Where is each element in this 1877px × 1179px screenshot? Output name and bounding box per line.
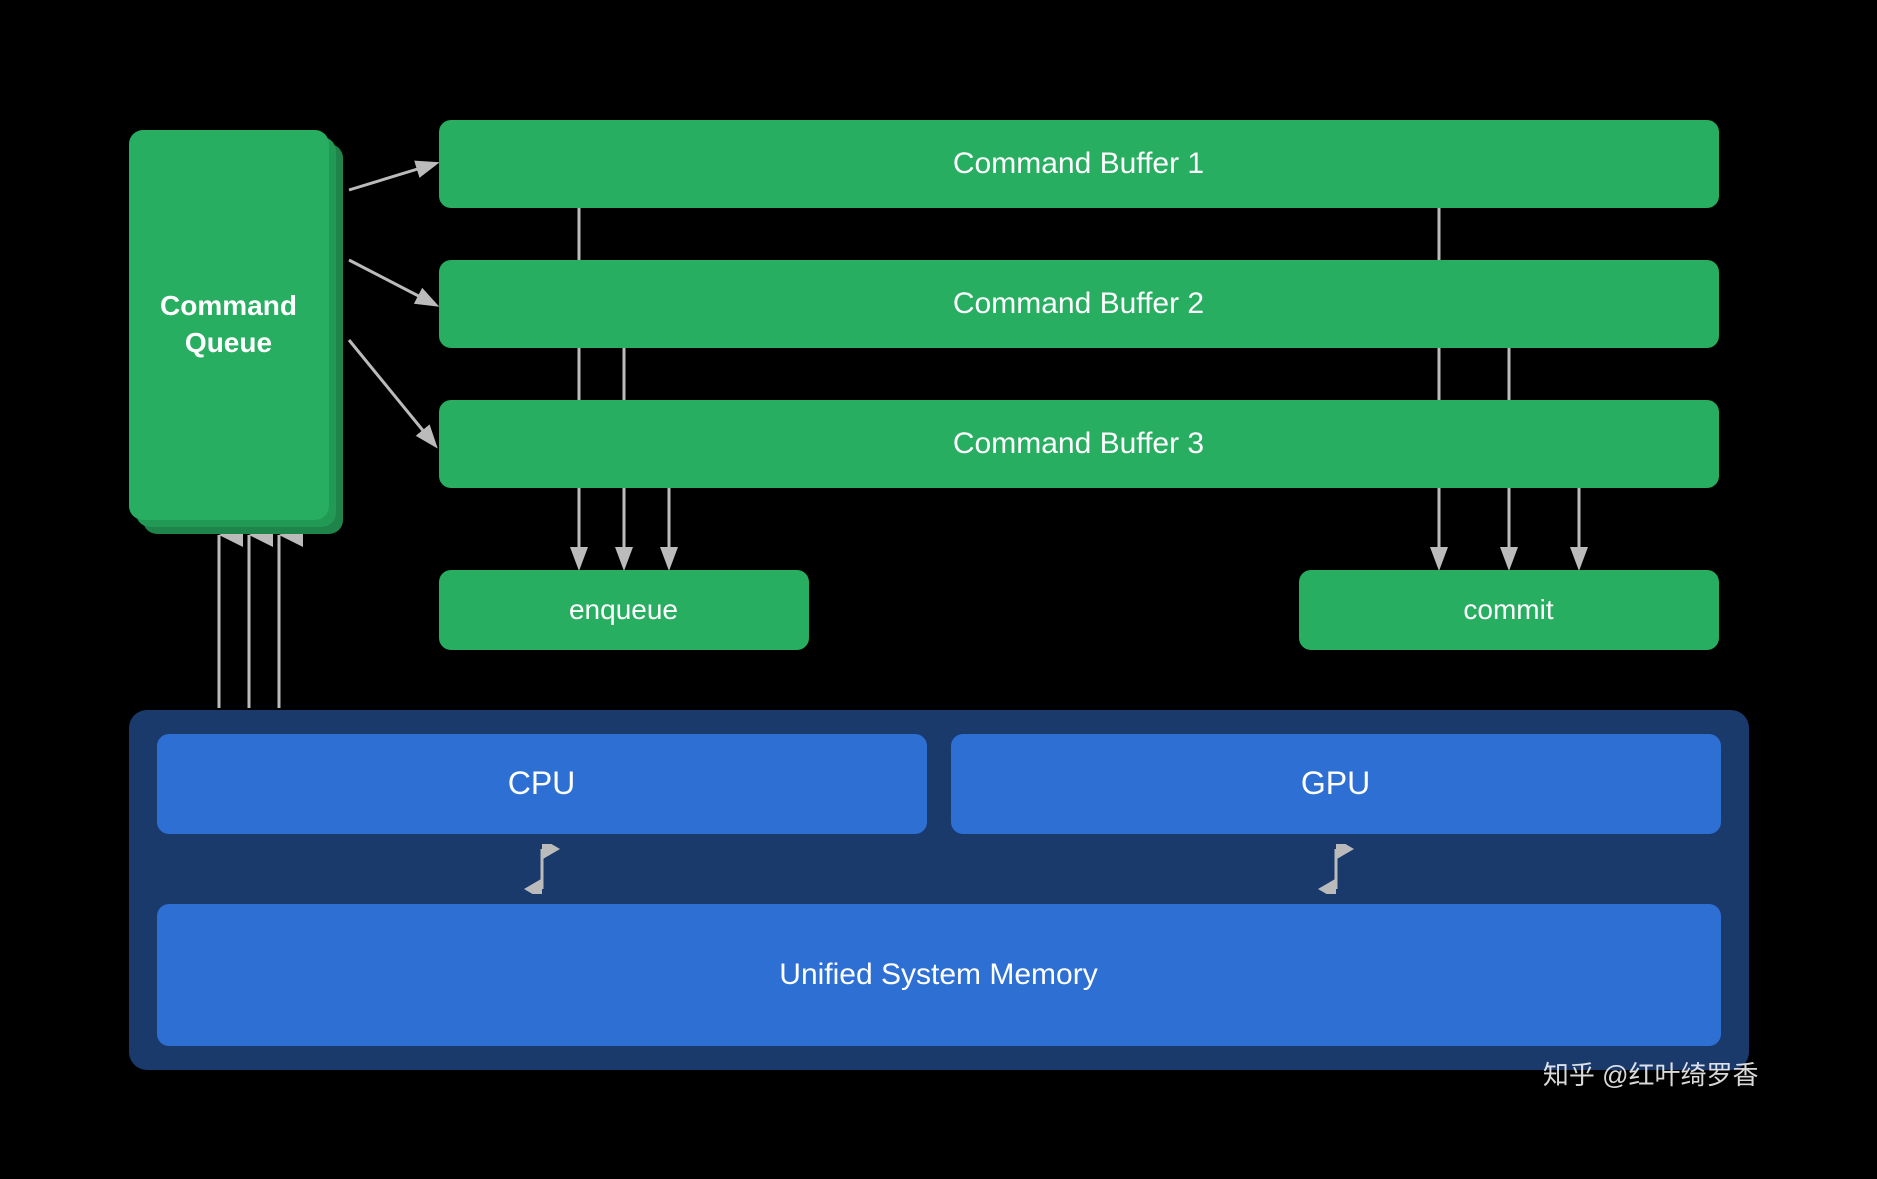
- cpu-label: CPU: [508, 765, 576, 802]
- commit-box: commit: [1299, 570, 1719, 650]
- command-queue-label: Command Queue: [129, 288, 329, 361]
- commit-label: commit: [1463, 594, 1553, 626]
- command-queue-card-front: Command Queue: [129, 130, 329, 520]
- buffer-1-label: Command Buffer 1: [953, 147, 1204, 181]
- memory-label: Unified System Memory: [779, 958, 1097, 992]
- buffer-3-label: Command Buffer 3: [953, 427, 1204, 461]
- enqueue-box: enqueue: [439, 570, 809, 650]
- buffer-2-label: Command Buffer 2: [953, 287, 1204, 321]
- command-buffer-2: Command Buffer 2: [439, 260, 1719, 348]
- enqueue-label: enqueue: [569, 594, 678, 626]
- command-buffer-1: Command Buffer 1: [439, 120, 1719, 208]
- cpu-memory-arrow: [157, 844, 927, 894]
- gpu-box: GPU: [951, 734, 1721, 834]
- cpu-box: CPU: [157, 734, 927, 834]
- cpu-gpu-memory-arrows: [157, 844, 1721, 894]
- watermark: 知乎 @红叶绮罗香: [1543, 1055, 1759, 1092]
- unified-memory-box: Unified System Memory: [157, 904, 1721, 1046]
- gpu-label: GPU: [1301, 765, 1370, 802]
- bottom-system-box: CPU GPU: [129, 710, 1749, 1070]
- diagram-container: Command Queue Command Buffer 1 Command B…: [79, 60, 1799, 1120]
- command-queue-wrapper: Command Queue: [129, 130, 349, 530]
- cpu-gpu-row: CPU GPU: [157, 734, 1721, 834]
- gpu-memory-arrow: [951, 844, 1721, 894]
- command-buffer-3: Command Buffer 3: [439, 400, 1719, 488]
